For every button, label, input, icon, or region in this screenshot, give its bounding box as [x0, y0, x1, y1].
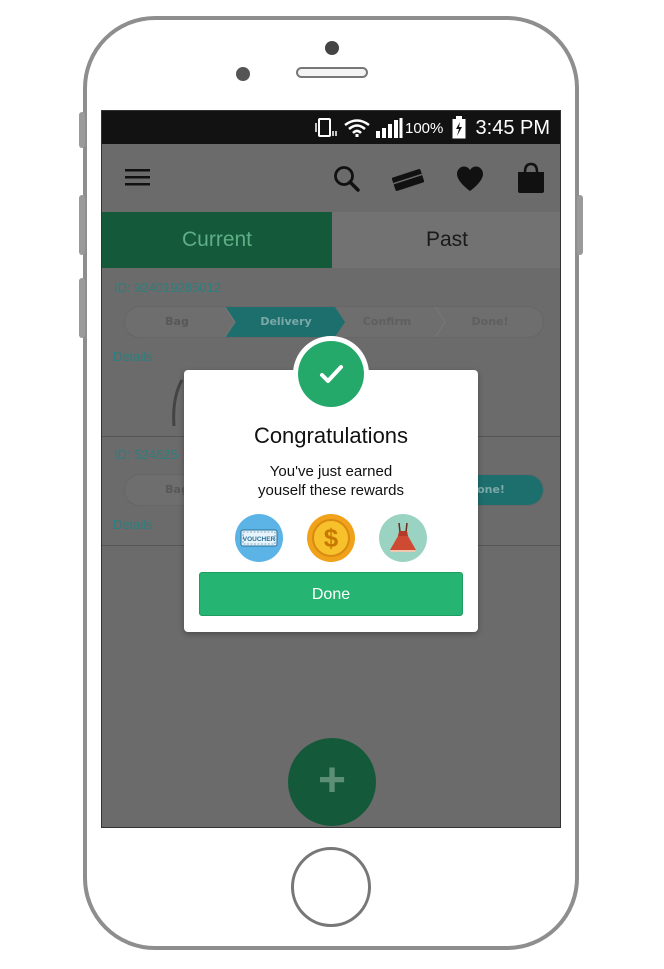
- order-tabs: Current Past: [102, 212, 560, 268]
- dialog-message-line: youself these rewards: [258, 482, 404, 499]
- voucher-label: VOUCHER: [243, 536, 276, 543]
- step-delivery: Delivery: [260, 315, 312, 328]
- details-link[interactable]: Details: [113, 349, 153, 364]
- check-icon: [298, 341, 364, 407]
- signal-icon: [376, 118, 403, 138]
- battery-charging-icon: [452, 116, 466, 139]
- side-button-volume-up: [79, 195, 85, 255]
- dress-icon: [379, 514, 427, 562]
- dialog-message: You've just earned youself these rewards: [184, 462, 478, 500]
- order-progress-stepper: Bag Delivery Confirm Done!: [124, 306, 544, 338]
- wifi-icon: [344, 119, 370, 137]
- plus-icon: +: [317, 754, 347, 807]
- status-time: 3:45 PM: [475, 117, 550, 139]
- coin-label: $: [324, 523, 339, 553]
- dialog-message-line: You've just earned: [269, 463, 393, 480]
- add-button[interactable]: +: [288, 738, 376, 826]
- ticket-icon[interactable]: [390, 166, 426, 194]
- tab-past[interactable]: Past: [332, 212, 560, 268]
- vibrate-icon: [315, 118, 337, 137]
- search-icon[interactable]: [332, 164, 362, 194]
- menu-icon[interactable]: [124, 166, 152, 188]
- details-link[interactable]: Details: [113, 517, 153, 532]
- step-confirm: Confirm: [362, 315, 412, 328]
- dialog-title: Congratulations: [253, 423, 409, 448]
- side-button-silent: [79, 112, 85, 148]
- app-toolbar: [102, 144, 560, 212]
- earpiece-speaker: [296, 67, 368, 78]
- shopping-bag-icon[interactable]: [515, 161, 547, 195]
- tab-current[interactable]: Current: [102, 212, 332, 268]
- success-badge: [293, 336, 369, 412]
- step-done: Done!: [471, 315, 509, 328]
- front-camera: [325, 41, 339, 55]
- side-button-volume-down: [79, 278, 85, 338]
- battery-percent: 100%: [405, 120, 444, 137]
- heart-icon[interactable]: [455, 165, 485, 193]
- voucher-icon: VOUCHER: [235, 514, 283, 562]
- home-button[interactable]: [291, 847, 371, 927]
- proximity-sensor: [236, 67, 250, 81]
- done-button[interactable]: Done: [199, 572, 463, 616]
- order-id: ID: 924019285012: [114, 280, 221, 295]
- side-button-power: [577, 195, 583, 255]
- status-bar: 100% 3:45 PM: [102, 111, 560, 144]
- coin-icon: $: [307, 514, 355, 562]
- step-bag: Bag: [165, 315, 189, 328]
- order-id: ID: 524625: [114, 447, 178, 462]
